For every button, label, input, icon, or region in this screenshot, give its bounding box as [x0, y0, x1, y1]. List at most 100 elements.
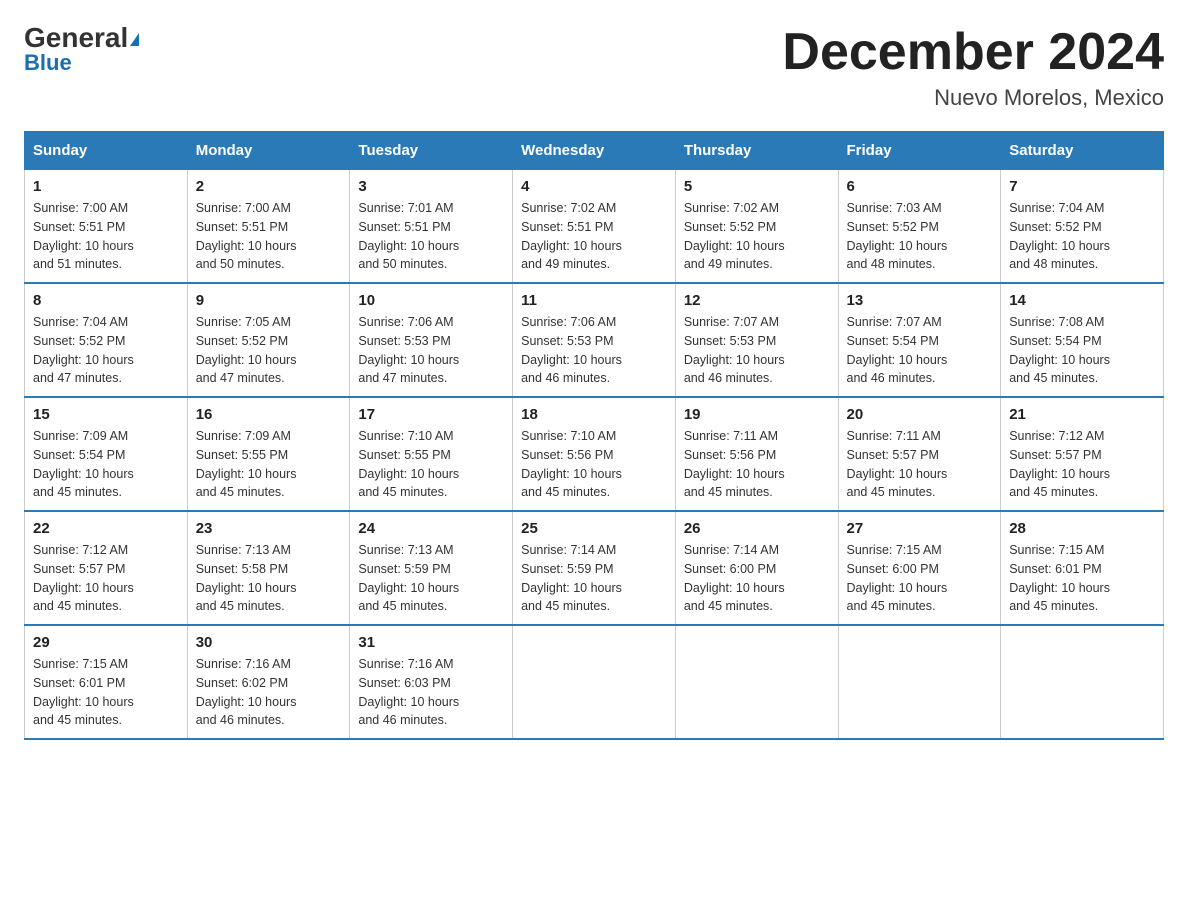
calendar-cell: 28Sunrise: 7:15 AMSunset: 6:01 PMDayligh… [1001, 511, 1164, 625]
day-info: Sunrise: 7:11 AMSunset: 5:57 PMDaylight:… [847, 427, 993, 502]
day-info: Sunrise: 7:08 AMSunset: 5:54 PMDaylight:… [1009, 313, 1155, 388]
day-number: 24 [358, 520, 504, 537]
day-number: 17 [358, 406, 504, 423]
day-number: 4 [521, 178, 667, 195]
day-number: 8 [33, 292, 179, 309]
calendar-cell: 13 Sunrise: 7:07 AMSunset: 5:54 PMDayligh… [838, 283, 1001, 397]
calendar-cell: 2 Sunrise: 7:00 AMSunset: 5:51 PMDaylight… [187, 170, 350, 284]
header-sunday: Sunday [25, 132, 188, 170]
calendar-cell: 25 Sunrise: 7:14 AMSunset: 5:59 PMDayligh… [513, 511, 676, 625]
day-info: Sunrise: 7:02 AMSunset: 5:51 PMDaylight:… [521, 199, 667, 274]
calendar-cell: 10Sunrise: 7:06 AMSunset: 5:53 PMDayligh… [350, 283, 513, 397]
day-number: 30 [196, 634, 342, 651]
calendar-cell: 31Sunrise: 7:16 AMSunset: 6:03 PMDayligh… [350, 625, 513, 739]
day-info: Sunrise: 7:01 AMSunset: 5:51 PMDaylight:… [358, 199, 504, 274]
day-info: Sunrise: 7:04 AMSunset: 5:52 PMDaylight:… [33, 313, 179, 388]
calendar-cell: 4 Sunrise: 7:02 AMSunset: 5:51 PMDaylight… [513, 170, 676, 284]
day-info: Sunrise: 7:15 AMSunset: 6:01 PMDaylight:… [33, 655, 179, 730]
day-info: Sunrise: 7:14 AMSunset: 6:00 PMDaylight:… [684, 541, 830, 616]
calendar-subtitle: Nuevo Morelos, Mexico [782, 85, 1164, 111]
calendar-cell: 1 Sunrise: 7:00 AMSunset: 5:51 PMDaylight… [25, 170, 188, 284]
calendar-cell: 11 Sunrise: 7:06 AMSunset: 5:53 PMDayligh… [513, 283, 676, 397]
day-info: Sunrise: 7:04 AMSunset: 5:52 PMDaylight:… [1009, 199, 1155, 274]
day-number: 16 [196, 406, 342, 423]
logo: General Blue [24, 24, 139, 76]
day-number: 2 [196, 178, 342, 195]
day-info: Sunrise: 7:16 AMSunset: 6:03 PMDaylight:… [358, 655, 504, 730]
calendar-cell: 16 Sunrise: 7:09 AMSunset: 5:55 PMDayligh… [187, 397, 350, 511]
calendar-cell: 30 Sunrise: 7:16 AMSunset: 6:02 PMDayligh… [187, 625, 350, 739]
day-number: 9 [196, 292, 342, 309]
day-info: Sunrise: 7:03 AMSunset: 5:52 PMDaylight:… [847, 199, 993, 274]
logo-general: General [24, 24, 139, 52]
day-number: 13 [847, 292, 993, 309]
day-number: 29 [33, 634, 179, 651]
calendar-cell: 14 Sunrise: 7:08 AMSunset: 5:54 PMDayligh… [1001, 283, 1164, 397]
day-number: 11 [521, 292, 667, 309]
calendar-cell: 27 Sunrise: 7:15 AMSunset: 6:00 PMDayligh… [838, 511, 1001, 625]
day-number: 20 [847, 406, 993, 423]
calendar-cell: 5 Sunrise: 7:02 AMSunset: 5:52 PMDaylight… [675, 170, 838, 284]
calendar-cell: 15 Sunrise: 7:09 AMSunset: 5:54 PMDayligh… [25, 397, 188, 511]
day-number: 21 [1009, 406, 1155, 423]
day-info: Sunrise: 7:10 AMSunset: 5:55 PMDaylight:… [358, 427, 504, 502]
day-info: Sunrise: 7:00 AMSunset: 5:51 PMDaylight:… [33, 199, 179, 274]
day-number: 14 [1009, 292, 1155, 309]
day-info: Sunrise: 7:02 AMSunset: 5:52 PMDaylight:… [684, 199, 830, 274]
day-number: 27 [847, 520, 993, 537]
calendar-cell: 24Sunrise: 7:13 AMSunset: 5:59 PMDayligh… [350, 511, 513, 625]
day-info: Sunrise: 7:07 AMSunset: 5:54 PMDaylight:… [847, 313, 993, 388]
week-row-1: 1 Sunrise: 7:00 AMSunset: 5:51 PMDaylight… [25, 170, 1164, 284]
day-info: Sunrise: 7:05 AMSunset: 5:52 PMDaylight:… [196, 313, 342, 388]
day-info: Sunrise: 7:07 AMSunset: 5:53 PMDaylight:… [684, 313, 830, 388]
calendar-cell [675, 625, 838, 739]
day-number: 25 [521, 520, 667, 537]
week-row-2: 8 Sunrise: 7:04 AMSunset: 5:52 PMDaylight… [25, 283, 1164, 397]
calendar-cell: 22 Sunrise: 7:12 AMSunset: 5:57 PMDayligh… [25, 511, 188, 625]
calendar-cell: 17 Sunrise: 7:10 AMSunset: 5:55 PMDayligh… [350, 397, 513, 511]
day-info: Sunrise: 7:06 AMSunset: 5:53 PMDaylight:… [521, 313, 667, 388]
header-saturday: Saturday [1001, 132, 1164, 170]
calendar-title: December 2024 [782, 24, 1164, 81]
calendar-cell: 3 Sunrise: 7:01 AMSunset: 5:51 PMDaylight… [350, 170, 513, 284]
day-info: Sunrise: 7:09 AMSunset: 5:54 PMDaylight:… [33, 427, 179, 502]
calendar-cell: 26 Sunrise: 7:14 AMSunset: 6:00 PMDayligh… [675, 511, 838, 625]
header-monday: Monday [187, 132, 350, 170]
calendar-cell [1001, 625, 1164, 739]
day-number: 23 [196, 520, 342, 537]
header-tuesday: Tuesday [350, 132, 513, 170]
calendar-cell [513, 625, 676, 739]
week-row-4: 22 Sunrise: 7:12 AMSunset: 5:57 PMDayligh… [25, 511, 1164, 625]
calendar-cell: 12Sunrise: 7:07 AMSunset: 5:53 PMDayligh… [675, 283, 838, 397]
day-info: Sunrise: 7:06 AMSunset: 5:53 PMDaylight:… [358, 313, 504, 388]
header-wednesday: Wednesday [513, 132, 676, 170]
calendar-cell: 23 Sunrise: 7:13 AMSunset: 5:58 PMDayligh… [187, 511, 350, 625]
day-info: Sunrise: 7:15 AMSunset: 6:00 PMDaylight:… [847, 541, 993, 616]
day-number: 5 [684, 178, 830, 195]
title-block: December 2024 Nuevo Morelos, Mexico [782, 24, 1164, 111]
day-number: 22 [33, 520, 179, 537]
calendar-cell: 19Sunrise: 7:11 AMSunset: 5:56 PMDayligh… [675, 397, 838, 511]
calendar-cell: 20 Sunrise: 7:11 AMSunset: 5:57 PMDayligh… [838, 397, 1001, 511]
header-friday: Friday [838, 132, 1001, 170]
calendar-header-row: Sunday Monday Tuesday Wednesday Thursday… [25, 132, 1164, 170]
day-number: 6 [847, 178, 993, 195]
day-info: Sunrise: 7:12 AMSunset: 5:57 PMDaylight:… [33, 541, 179, 616]
day-number: 15 [33, 406, 179, 423]
day-info: Sunrise: 7:13 AMSunset: 5:58 PMDaylight:… [196, 541, 342, 616]
day-info: Sunrise: 7:00 AMSunset: 5:51 PMDaylight:… [196, 199, 342, 274]
day-number: 26 [684, 520, 830, 537]
calendar-cell [838, 625, 1001, 739]
day-info: Sunrise: 7:09 AMSunset: 5:55 PMDaylight:… [196, 427, 342, 502]
calendar-cell: 7Sunrise: 7:04 AMSunset: 5:52 PMDaylight… [1001, 170, 1164, 284]
week-row-5: 29 Sunrise: 7:15 AMSunset: 6:01 PMDayligh… [25, 625, 1164, 739]
day-number: 1 [33, 178, 179, 195]
day-info: Sunrise: 7:16 AMSunset: 6:02 PMDaylight:… [196, 655, 342, 730]
day-number: 18 [521, 406, 667, 423]
day-number: 19 [684, 406, 830, 423]
day-info: Sunrise: 7:14 AMSunset: 5:59 PMDaylight:… [521, 541, 667, 616]
day-number: 3 [358, 178, 504, 195]
week-row-3: 15 Sunrise: 7:09 AMSunset: 5:54 PMDayligh… [25, 397, 1164, 511]
header-thursday: Thursday [675, 132, 838, 170]
calendar-cell: 18Sunrise: 7:10 AMSunset: 5:56 PMDayligh… [513, 397, 676, 511]
